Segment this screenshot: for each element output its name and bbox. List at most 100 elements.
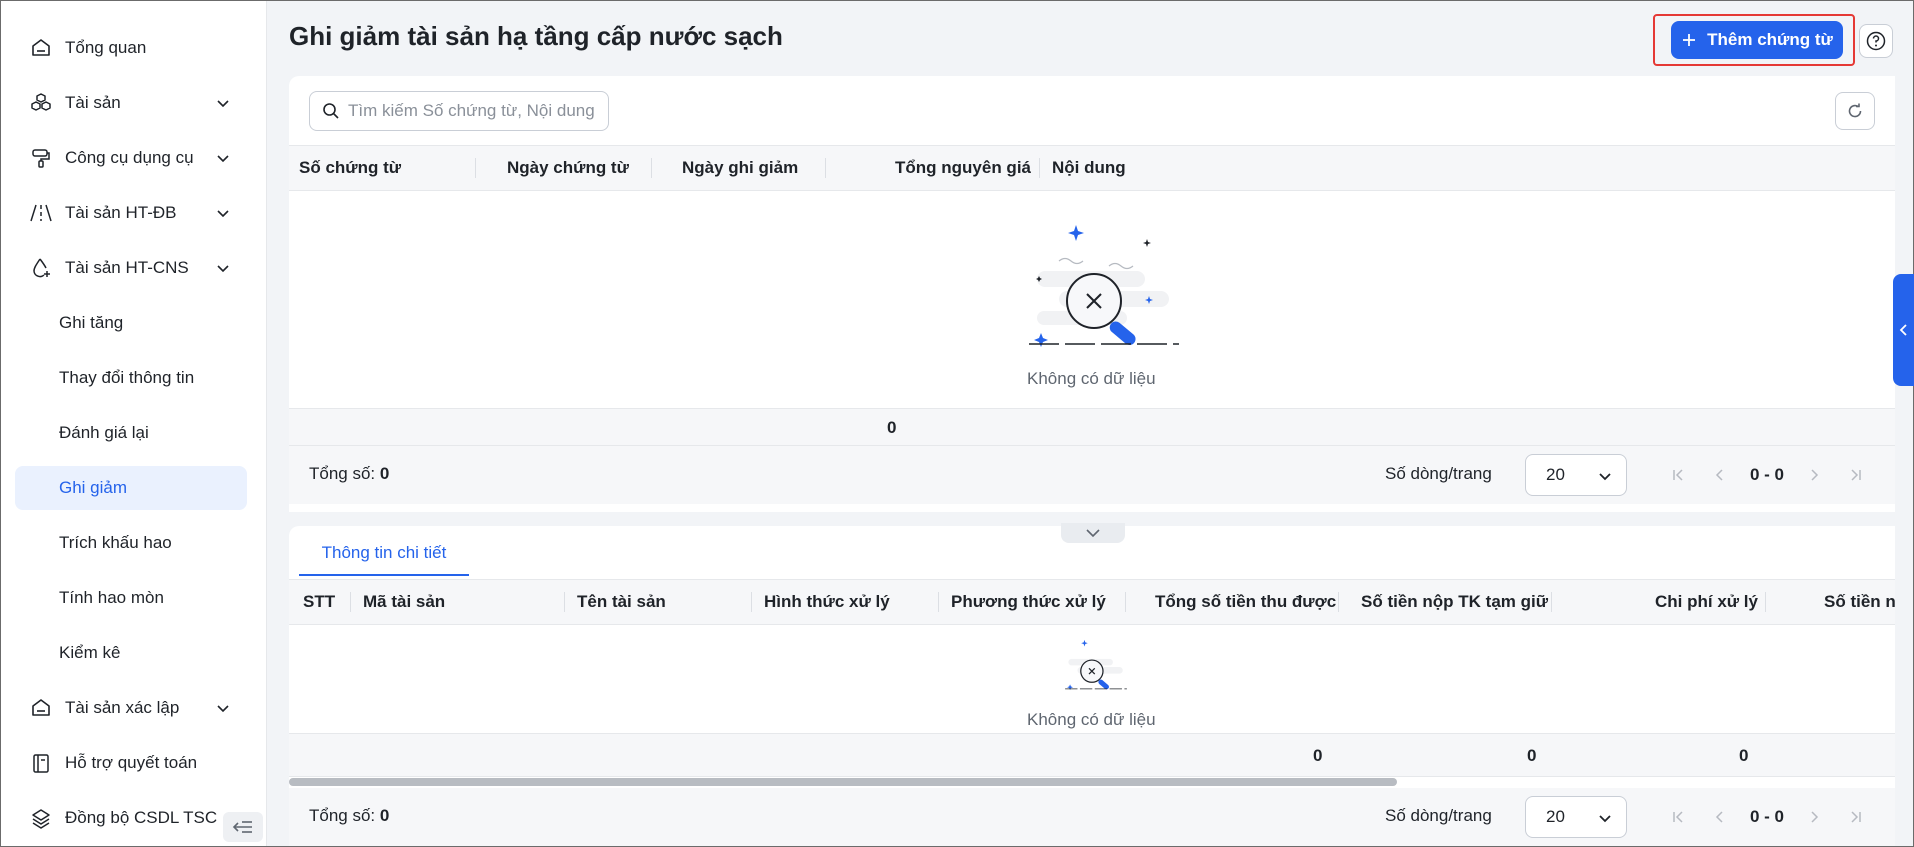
first-page-button[interactable]	[1657, 798, 1699, 836]
column-header[interactable]: Mã tài sản	[363, 580, 445, 624]
sidebar-subitem-revaluation[interactable]: Đánh giá lại	[15, 411, 247, 455]
cubes-icon	[27, 89, 55, 117]
last-page-icon	[1851, 811, 1861, 823]
table-footer: Tổng số: 0 Số dòng/trang 20 0 - 0	[289, 446, 1895, 504]
chevron-down-icon	[1086, 529, 1100, 538]
sidebar-item-label: Tài sản xác lập	[65, 698, 180, 717]
water-drop-icon	[27, 254, 55, 282]
sidebar-item-water[interactable]: Tài sản HT-CNS	[15, 246, 247, 290]
detail-panel-toggle[interactable]	[1061, 523, 1125, 543]
sidebar-subitem-inventory[interactable]: Kiểm kê	[15, 631, 247, 675]
prev-page-button[interactable]	[1699, 798, 1741, 836]
column-header[interactable]: Số tiền nộ	[1824, 580, 1895, 624]
empty-state-illustration	[1029, 225, 1179, 347]
summary-total: 0	[887, 418, 897, 437]
plus-icon	[1683, 34, 1696, 46]
horizontal-scrollbar[interactable]	[289, 778, 1895, 786]
rows-per-page-select[interactable]: 20	[1525, 454, 1627, 496]
chevron-left-icon	[1715, 469, 1723, 481]
add-document-button[interactable]: Thêm chứng từ	[1671, 21, 1843, 59]
summary-processing-cost: 0	[1739, 746, 1749, 765]
column-header[interactable]: Số tiền nộp TK tạm giữ	[1361, 580, 1548, 624]
sidebar-item-sync[interactable]: Đồng bộ CSDL TSC	[15, 796, 247, 840]
road-icon	[27, 199, 55, 227]
sidebar-item-label: Tài sản	[65, 93, 121, 112]
column-header[interactable]: Tổng số tiền thu được	[1155, 580, 1336, 624]
pagination: 0 - 0	[1657, 798, 1877, 836]
sidebar-item-label: Hỗ trợ quyết toán	[65, 753, 198, 772]
sidebar-item-overview[interactable]: Tổng quan	[15, 26, 247, 70]
search-input[interactable]: Tìm kiếm Số chứng từ, Nội dung	[309, 91, 609, 131]
detail-panel: Thông tin chi tiết STT Mã tài sản Tên tà…	[289, 526, 1895, 846]
search-placeholder: Tìm kiếm Số chứng từ, Nội dung	[348, 101, 595, 120]
sidebar-item-established-assets[interactable]: Tài sản xác lập	[15, 686, 247, 730]
help-icon	[1866, 31, 1886, 51]
sidebar-item-label: Tài sản HT-CNS	[65, 258, 189, 277]
column-header[interactable]: Chi phí xử lý	[1655, 580, 1758, 624]
collapse-icon	[232, 821, 252, 833]
column-divider	[651, 158, 652, 178]
chevron-down-icon	[1599, 815, 1611, 823]
column-divider	[1551, 592, 1552, 612]
column-divider	[1338, 592, 1339, 612]
summary-total-collected: 0	[1313, 746, 1323, 765]
next-page-button[interactable]	[1793, 456, 1835, 494]
tab-detail-info[interactable]: Thông tin chi tiết	[299, 532, 469, 576]
collapse-sidebar-button[interactable]	[223, 812, 263, 842]
chevron-down-icon	[217, 705, 229, 713]
sidebar-item-tools[interactable]: Công cụ dụng cụ	[15, 136, 247, 180]
refresh-icon	[1848, 103, 1862, 118]
first-page-icon	[1673, 469, 1683, 481]
column-header[interactable]: Ngày ghi giảm	[682, 146, 798, 190]
sidebar-item-roads[interactable]: Tài sản HT-ĐB	[15, 191, 247, 235]
column-header[interactable]: Hình thức xử lý	[764, 580, 890, 624]
documents-panel: Tìm kiếm Số chứng từ, Nội dung Số chứng …	[289, 76, 1895, 512]
scrollbar-thumb[interactable]	[289, 778, 1397, 786]
sidebar-subitem-wear[interactable]: Tính hao mòn	[15, 576, 247, 620]
column-divider	[1125, 592, 1126, 612]
last-page-button[interactable]	[1835, 456, 1877, 494]
detail-table-footer: Tổng số: 0 Số dòng/trang 20 0 - 0	[289, 788, 1895, 846]
home-icon	[27, 34, 55, 62]
prev-page-button[interactable]	[1699, 456, 1741, 494]
rows-per-page-label: Số dòng/trang	[1385, 464, 1492, 483]
chevron-left-icon	[1715, 811, 1723, 823]
refresh-button[interactable]	[1835, 92, 1875, 130]
search-icon	[323, 103, 339, 119]
chevron-right-icon	[1811, 811, 1819, 823]
column-header[interactable]: Nội dung	[1052, 146, 1126, 190]
next-page-button[interactable]	[1793, 798, 1835, 836]
summary-row: 0	[289, 408, 1895, 446]
first-page-icon	[1673, 811, 1683, 823]
total-count: Tổng số: 0	[309, 806, 390, 825]
chevron-down-icon	[217, 100, 229, 108]
column-header[interactable]: Ngày chứng từ	[507, 146, 629, 190]
sidebar-subitem-increase[interactable]: Ghi tăng	[15, 301, 247, 345]
column-header[interactable]: Tổng nguyên giá	[895, 146, 1031, 190]
detail-table-header: STT Mã tài sản Tên tài sản Hình thức xử …	[289, 579, 1895, 625]
column-header[interactable]: Phương thức xử lý	[951, 580, 1106, 624]
sidebar-item-label: Đồng bộ CSDL TSC	[65, 808, 218, 827]
sidebar-item-label: Công cụ dụng cụ	[65, 148, 194, 167]
sidebar: Tổng quan Tài sản Công cụ dụng cụ Tài sả…	[1, 1, 267, 846]
column-divider	[938, 592, 939, 612]
column-divider	[1039, 158, 1040, 178]
sidebar-subitem-change-info[interactable]: Thay đổi thông tin	[15, 356, 247, 400]
column-header[interactable]: STT	[303, 580, 335, 624]
rows-per-page-select[interactable]: 20	[1525, 796, 1627, 838]
last-page-button[interactable]	[1835, 798, 1877, 836]
sidebar-subitem-depreciation[interactable]: Trích khấu hao	[15, 521, 247, 565]
sidebar-item-assets[interactable]: Tài sản	[15, 81, 247, 125]
side-panel-handle[interactable]	[1893, 274, 1914, 386]
home-icon	[27, 694, 55, 722]
help-button[interactable]	[1859, 24, 1893, 58]
empty-state-illustration	[1065, 639, 1127, 691]
column-header[interactable]: Số chứng từ	[299, 146, 401, 190]
rows-per-page-label: Số dòng/trang	[1385, 806, 1492, 825]
empty-state-text: Không có dữ liệu	[1027, 369, 1156, 388]
first-page-button[interactable]	[1657, 456, 1699, 494]
column-header[interactable]: Tên tài sản	[577, 580, 666, 624]
sidebar-subitem-decrease[interactable]: Ghi giảm	[15, 466, 247, 510]
column-divider	[751, 592, 752, 612]
sidebar-item-settlement[interactable]: Hỗ trợ quyết toán	[15, 741, 247, 785]
